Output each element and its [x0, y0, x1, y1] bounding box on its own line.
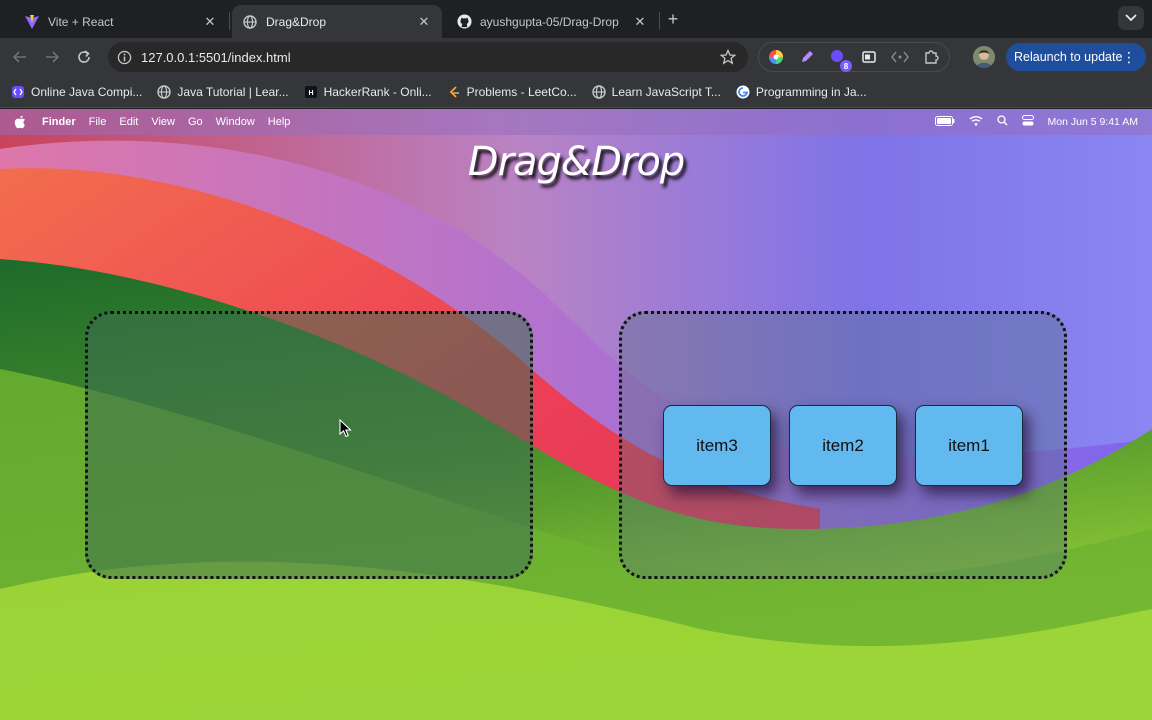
more-options-icon[interactable]: ⋮: [1122, 49, 1136, 65]
puzzle-icon[interactable]: [920, 46, 942, 68]
globe-icon: [591, 84, 607, 100]
bookmark-java-tutorial[interactable]: Java Tutorial | Lear...: [156, 84, 289, 100]
control-center-icon[interactable]: [1021, 115, 1034, 129]
tab-github-repo[interactable]: ayushgupta-05/Drag-Drop ✕: [446, 5, 658, 38]
chevron-down-icon: [1125, 14, 1137, 22]
tab-divider: [659, 12, 660, 30]
menu-bar-clock[interactable]: Mon Jun 5 9:41 AM: [1048, 116, 1138, 128]
draggable-item-item3[interactable]: item3: [663, 405, 771, 486]
bookmark-label: Problems - LeetCo...: [466, 84, 577, 99]
menu-finder[interactable]: Finder: [42, 116, 76, 128]
pen-extension-icon[interactable]: [796, 46, 818, 68]
extensions-group: 8: [758, 42, 950, 72]
hackerrank-icon: H: [303, 84, 319, 100]
vite-icon: [24, 14, 40, 30]
browser-toolbar: 127.0.0.1:5501/index.html 8 Relaunch to …: [0, 38, 1152, 76]
wifi-icon[interactable]: [969, 115, 983, 129]
bookmark-hackerrank[interactable]: H HackerRank - Onli...: [303, 84, 432, 100]
url-text: 127.0.0.1:5501/index.html: [141, 49, 291, 65]
tab-title: Vite + React: [48, 14, 114, 29]
bookmark-label: Online Java Compi...: [31, 84, 143, 99]
bookmark-star-icon[interactable]: [718, 47, 738, 67]
arrow-right-icon: [46, 51, 60, 63]
globe-icon: [156, 84, 172, 100]
code-icon: [10, 84, 26, 100]
menu-go[interactable]: Go: [188, 116, 203, 128]
bookmark-leetcode[interactable]: Problems - LeetCo...: [446, 84, 577, 100]
leetcode-icon: [446, 84, 462, 100]
tab-title: Drag&Drop: [266, 14, 327, 29]
relaunch-label: Relaunch to update: [1014, 50, 1123, 64]
close-icon[interactable]: ✕: [632, 14, 648, 30]
window-extension-icon[interactable]: [858, 46, 880, 68]
tab-drag-drop[interactable]: Drag&Drop ✕: [232, 5, 442, 38]
bookmark-label: HackerRank - Onli...: [323, 84, 432, 99]
bookmarks-bar: Online Java Compi... Java Tutorial | Lea…: [0, 76, 1152, 108]
tab-vite-react[interactable]: Vite + React ✕: [14, 5, 228, 38]
extension-badge: 8: [840, 60, 852, 72]
menu-edit[interactable]: Edit: [119, 116, 138, 128]
tab-title: ayushgupta-05/Drag-Drop: [480, 14, 619, 29]
tab-divider: [229, 12, 230, 30]
bookmark-label: Java Tutorial | Lear...: [177, 84, 289, 99]
site-info-icon[interactable]: [116, 49, 132, 65]
back-button[interactable]: [10, 47, 30, 67]
draggable-item-item1[interactable]: item1: [915, 405, 1023, 486]
page-viewport: Finder File Edit View Go Window Help Mon…: [0, 109, 1152, 720]
reload-button[interactable]: [74, 47, 94, 67]
new-tab-button[interactable]: +: [663, 9, 683, 29]
blob-extension-icon[interactable]: 8: [827, 46, 852, 72]
bookmark-label: Learn JavaScript T...: [611, 84, 721, 99]
google-icon: [735, 84, 751, 100]
github-icon: [456, 14, 472, 30]
bookmark-label: Programming in Ja...: [755, 84, 867, 99]
tab-strip: Vite + React ✕ Drag&Drop ✕ ayushgupta-05…: [0, 0, 1152, 38]
battery-icon[interactable]: [934, 115, 955, 129]
close-icon[interactable]: ✕: [416, 14, 432, 30]
page-title: Drag&Drop: [467, 139, 685, 185]
menu-help[interactable]: Help: [268, 116, 291, 128]
profile-avatar[interactable]: [973, 46, 995, 68]
menu-view[interactable]: View: [151, 116, 175, 128]
code-extension-icon[interactable]: [889, 46, 911, 68]
apple-logo-icon[interactable]: [14, 115, 28, 129]
forward-button[interactable]: [42, 47, 62, 67]
svg-text:H: H: [308, 90, 313, 97]
address-bar[interactable]: 127.0.0.1:5501/index.html: [108, 42, 748, 72]
globe-icon: [242, 14, 258, 30]
bookmark-learn-javascript[interactable]: Learn JavaScript T...: [591, 84, 721, 100]
menu-file[interactable]: File: [89, 116, 107, 128]
menu-bar-status-area: Mon Jun 5 9:41 AM: [934, 109, 1138, 135]
draggable-item-item2[interactable]: item2: [789, 405, 897, 486]
bookmark-online-java-compiler[interactable]: Online Java Compi...: [10, 84, 142, 100]
mouse-cursor-icon: [339, 419, 352, 438]
color-wheel-extension-icon[interactable]: [765, 46, 787, 68]
reload-icon: [78, 50, 90, 63]
relaunch-to-update-button[interactable]: Relaunch to update ⋮: [1006, 43, 1146, 71]
tab-search-button[interactable]: [1118, 6, 1144, 30]
macos-menu-bar: Finder File Edit View Go Window Help Mon…: [0, 109, 1152, 135]
bookmark-programming-in-java[interactable]: Programming in Ja...: [735, 84, 867, 100]
left-drop-zone[interactable]: [85, 311, 533, 579]
arrow-left-icon: [12, 51, 26, 63]
menu-window[interactable]: Window: [216, 116, 255, 128]
spotlight-search-icon[interactable]: [996, 115, 1008, 129]
close-icon[interactable]: ✕: [202, 14, 218, 30]
